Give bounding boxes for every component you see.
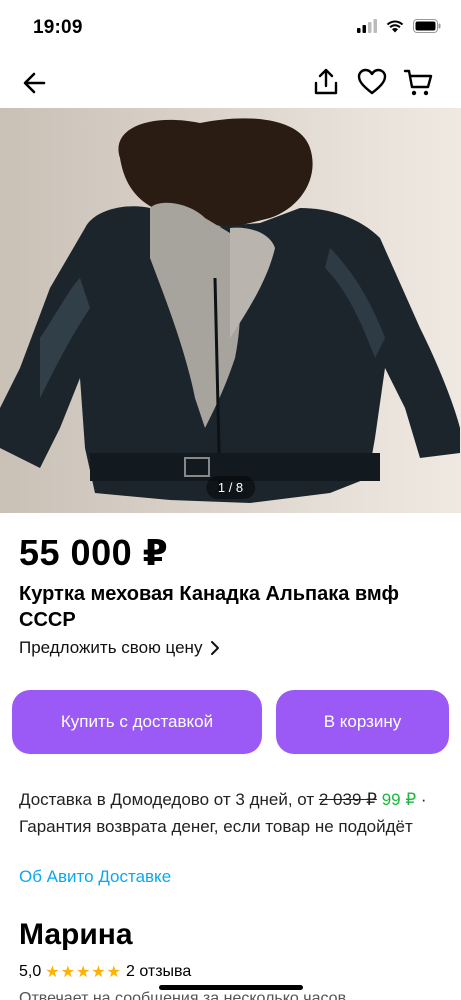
favorite-button[interactable] bbox=[357, 66, 387, 98]
seller-rating[interactable]: 5,0 ★★★★★ 2 отзыва bbox=[19, 962, 191, 982]
photo-counter: 1 / 8 bbox=[205, 476, 256, 499]
status-time: 19:09 bbox=[33, 17, 83, 38]
home-indicator bbox=[159, 985, 303, 990]
status-bar: 19:09 bbox=[0, 0, 461, 56]
heart-icon bbox=[357, 68, 387, 95]
signal-icon bbox=[357, 19, 377, 33]
nav-bar bbox=[0, 58, 461, 106]
offer-price-link[interactable]: Предложить свою цену bbox=[19, 638, 220, 658]
response-note: Отвечает на сообщения за несколько часов bbox=[19, 990, 347, 1000]
share-icon bbox=[314, 68, 338, 95]
delivery-old-price: 2 039 ₽ bbox=[318, 790, 377, 809]
delivery-text: Доставка в Домодедово от 3 дней, от bbox=[19, 790, 319, 809]
cart-icon bbox=[403, 69, 433, 96]
arrow-left-icon bbox=[23, 72, 46, 94]
product-price: 55 000 ₽ bbox=[19, 532, 169, 573]
seller-name[interactable]: Марина bbox=[19, 918, 133, 952]
chevron-right-icon bbox=[211, 641, 220, 655]
delivery-new-price: 99 ₽ bbox=[381, 790, 417, 809]
back-button[interactable] bbox=[20, 68, 50, 98]
product-photo-gallery[interactable]: 1 / 8 bbox=[0, 108, 461, 513]
delivery-info: Доставка в Домодедово от 3 дней, от 2 03… bbox=[19, 786, 444, 840]
status-icons bbox=[357, 19, 441, 33]
add-to-cart-button[interactable]: В корзину bbox=[276, 690, 449, 754]
jacket-photo bbox=[0, 118, 460, 503]
battery-icon bbox=[413, 19, 441, 33]
share-button[interactable] bbox=[311, 66, 341, 98]
offer-price-label: Предложить свою цену bbox=[19, 638, 203, 657]
wifi-icon bbox=[386, 20, 404, 33]
nav-actions bbox=[311, 66, 433, 98]
rating-stars-icon: ★★★★★ bbox=[45, 964, 122, 981]
cart-button[interactable] bbox=[403, 66, 433, 98]
about-avito-delivery-link[interactable]: Об Авито Доставке bbox=[19, 867, 171, 887]
rating-value: 5,0 bbox=[19, 963, 42, 980]
product-title: Куртка меховая Канадка Альпака вмф СССР bbox=[19, 583, 399, 631]
reviews-count: 2 отзыва bbox=[125, 963, 192, 980]
buy-with-delivery-button[interactable]: Купить с доставкой bbox=[12, 690, 262, 754]
